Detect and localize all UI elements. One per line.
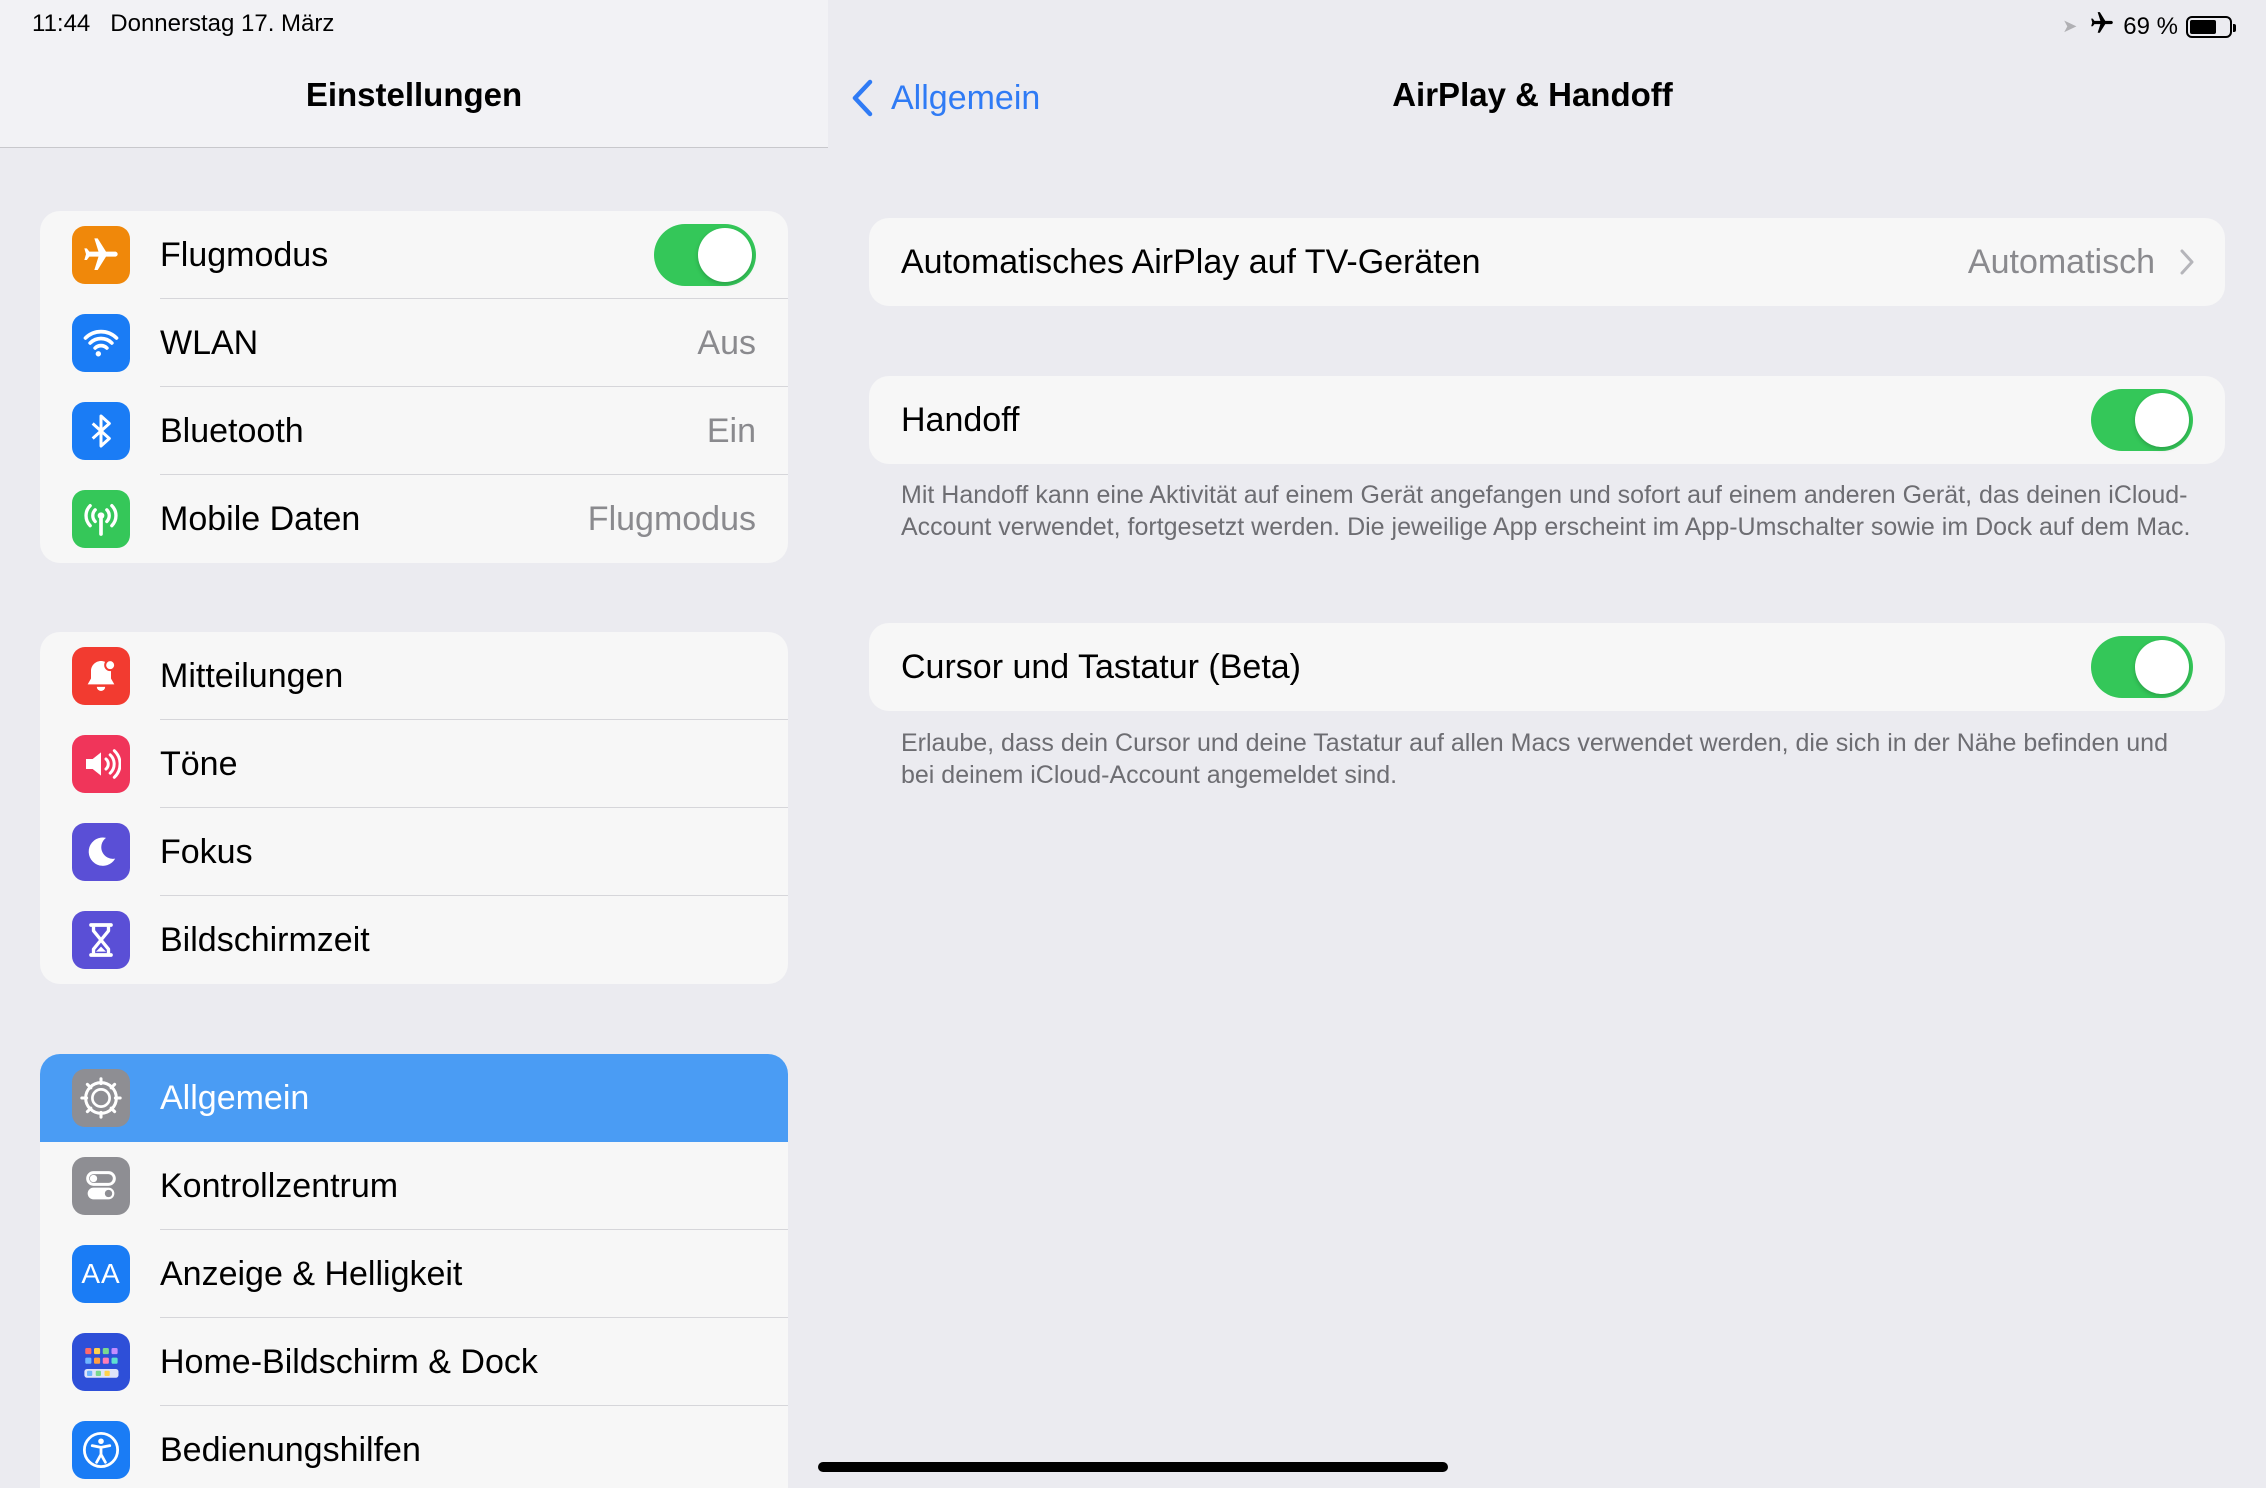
sidebar-item-wlan[interactable]: WLAN Aus bbox=[40, 299, 788, 387]
airplay-value: Automatisch bbox=[1967, 243, 2155, 281]
chevron-right-icon bbox=[2180, 249, 2194, 275]
hourglass-icon bbox=[72, 911, 130, 969]
accessibility-icon bbox=[72, 1421, 130, 1479]
sidebar-item-home-bildschirm-dock[interactable]: Home-Bildschirm & Dock bbox=[40, 1318, 788, 1406]
sidebar-item-value: Flugmodus bbox=[587, 500, 756, 538]
handoff-setting-row: Handoff bbox=[869, 376, 2225, 464]
airplay-setting-row[interactable]: Automatisches AirPlay auf TV-Geräten Aut… bbox=[869, 218, 2225, 306]
flugmodus-toggle[interactable] bbox=[654, 224, 756, 286]
sidebar-item-label: Fokus bbox=[160, 833, 253, 871]
sidebar-item-label: Home-Bildschirm & Dock bbox=[160, 1343, 538, 1381]
sidebar-item-flugmodus[interactable]: Flugmodus bbox=[40, 211, 788, 299]
detail-pane: ➤ 69 % Allgemein AirPlay & Handoff Autom… bbox=[829, 0, 2266, 1488]
moon-icon bbox=[72, 823, 130, 881]
sidebar-item-value: Ein bbox=[706, 412, 756, 450]
sidebar-item-label: Mitteilungen bbox=[160, 657, 344, 695]
battery-fill bbox=[2190, 19, 2217, 34]
handoff-description: Mit Handoff kann eine Aktivität auf eine… bbox=[901, 481, 2191, 541]
sidebar-item-fokus[interactable]: Fokus bbox=[40, 808, 788, 896]
sidebar-item-label: Mobile Daten bbox=[160, 500, 361, 538]
cursor-keyboard-label: Cursor und Tastatur (Beta) bbox=[901, 648, 1301, 686]
sidebar-item-allgemein[interactable]: Allgemein bbox=[40, 1054, 788, 1142]
sidebar-item-label: Anzeige & Helligkeit bbox=[160, 1255, 463, 1293]
airplane-icon bbox=[72, 226, 130, 284]
sidebar-header: 11:44 Donnerstag 17. März Einstellungen bbox=[0, 0, 828, 148]
airplane-mode-status-icon bbox=[2089, 10, 2115, 43]
status-bar-left: 11:44 Donnerstag 17. März bbox=[32, 10, 334, 38]
switches-icon bbox=[72, 1157, 130, 1215]
airplay-label: Automatisches AirPlay auf TV-Geräten bbox=[901, 243, 1481, 281]
sidebar-item-value: Aus bbox=[697, 324, 756, 362]
page-title: AirPlay & Handoff bbox=[1392, 76, 1673, 113]
sidebar-item-label: Flugmodus bbox=[160, 236, 329, 274]
sidebar-item-label: Bluetooth bbox=[160, 412, 304, 450]
location-icon: ➤ bbox=[2062, 16, 2078, 36]
handoff-label: Handoff bbox=[901, 401, 1020, 439]
sidebar-item-kontrollzentrum[interactable]: Kontrollzentrum bbox=[40, 1142, 788, 1230]
wifi-icon bbox=[72, 314, 130, 372]
app-grid-icon bbox=[72, 1333, 130, 1391]
text-size-glyph: AA bbox=[81, 1258, 121, 1289]
sidebar-item-bildschirmzeit[interactable]: Bildschirmzeit bbox=[40, 896, 788, 984]
battery-percent: 69 % bbox=[2123, 12, 2178, 40]
handoff-toggle[interactable] bbox=[2091, 389, 2193, 451]
sidebar: 11:44 Donnerstag 17. März Einstellungen F… bbox=[0, 0, 828, 1488]
gear-icon bbox=[72, 1069, 130, 1127]
cursor-keyboard-description: Erlaube, dass dein Cursor und deine Tast… bbox=[901, 729, 2168, 789]
sidebar-item-bedienungshilfen[interactable]: Bedienungshilfen bbox=[40, 1406, 788, 1488]
cursor-keyboard-setting-row: Cursor und Tastatur (Beta) bbox=[869, 623, 2225, 711]
bluetooth-icon bbox=[72, 402, 130, 460]
settings-group-connectivity: Flugmodus WLAN Aus Bluetooth Ein Mobile … bbox=[40, 211, 788, 563]
settings-group-notifications: Mitteilungen Töne Fokus Bildschirmzeit bbox=[40, 632, 788, 984]
text-size-icon: AA bbox=[72, 1245, 130, 1303]
sidebar-item-mitteilungen[interactable]: Mitteilungen bbox=[40, 632, 788, 720]
cursor-keyboard-toggle[interactable] bbox=[2091, 636, 2193, 698]
sidebar-item-label: Bildschirmzeit bbox=[160, 921, 370, 959]
battery-icon bbox=[2186, 15, 2236, 38]
speaker-icon bbox=[72, 735, 130, 793]
sidebar-item-label: Bedienungshilfen bbox=[160, 1431, 421, 1469]
sidebar-item-toene[interactable]: Töne bbox=[40, 720, 788, 808]
status-date: Donnerstag 17. März bbox=[110, 10, 335, 37]
toggle-knob bbox=[2135, 393, 2189, 447]
status-time: 11:44 bbox=[32, 10, 91, 37]
antenna-icon bbox=[72, 490, 130, 548]
sidebar-item-label: Kontrollzentrum bbox=[160, 1167, 399, 1205]
toggle-knob bbox=[698, 228, 752, 282]
sidebar-item-anzeige-helligkeit[interactable]: AA Anzeige & Helligkeit bbox=[40, 1230, 788, 1318]
sidebar-item-label: Allgemein bbox=[160, 1079, 310, 1117]
sidebar-list: Flugmodus WLAN Aus Bluetooth Ein Mobile … bbox=[0, 148, 828, 1488]
settings-group-general: Allgemein Kontrollzentrum AA Anzeige & H… bbox=[40, 1054, 788, 1488]
home-indicator[interactable] bbox=[818, 1462, 1448, 1472]
sidebar-item-bluetooth[interactable]: Bluetooth Ein bbox=[40, 387, 788, 475]
sidebar-item-label: WLAN bbox=[160, 324, 259, 362]
sidebar-title: Einstellungen bbox=[305, 76, 523, 113]
sidebar-item-mobile-daten[interactable]: Mobile Daten Flugmodus bbox=[40, 475, 788, 563]
notification-icon bbox=[72, 647, 130, 705]
status-bar-right: ➤ 69 % bbox=[2062, 10, 2236, 43]
toggle-knob bbox=[2135, 640, 2189, 694]
sidebar-item-label: Töne bbox=[160, 745, 238, 783]
